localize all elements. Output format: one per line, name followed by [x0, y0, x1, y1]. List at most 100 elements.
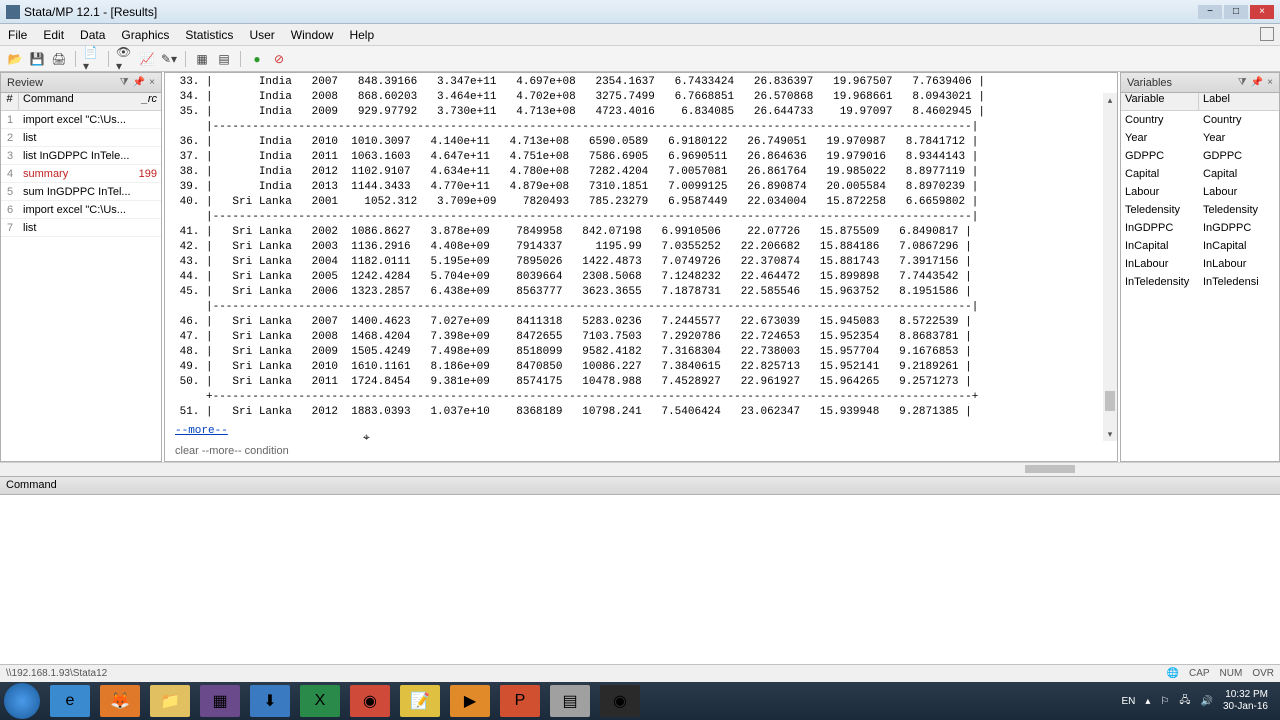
taskbar-notepad-icon[interactable]: ▤: [550, 685, 590, 717]
taskbar-chrome-icon[interactable]: ◉: [350, 685, 390, 717]
tray-clock[interactable]: 10:32 PM 30-Jan-16: [1223, 689, 1268, 713]
variable-item[interactable]: CountryCountry: [1121, 111, 1279, 129]
col-variable[interactable]: Variable: [1121, 93, 1199, 110]
review-item[interactable]: 4summary199: [1, 165, 161, 183]
panel-close-icon[interactable]: ×: [149, 77, 155, 88]
tray-volume-icon[interactable]: 🔊: [1201, 696, 1213, 707]
log-icon[interactable]: 📄▾: [83, 50, 101, 68]
more-status: clear --more-- condition: [175, 445, 289, 457]
tray-up-icon[interactable]: ▴: [1145, 696, 1150, 707]
hscroll-thumb[interactable]: [1025, 465, 1075, 473]
cursor-icon: ⌖: [363, 430, 370, 445]
review-item[interactable]: 7list: [1, 219, 161, 237]
scroll-up-icon[interactable]: ▴: [1103, 93, 1117, 107]
variable-item[interactable]: CapitalCapital: [1121, 165, 1279, 183]
results-panel: 33. | India 2007 848.39166 3.347e+11 4.6…: [164, 72, 1118, 462]
variable-item[interactable]: TeledensityTeledensity: [1121, 201, 1279, 219]
break-icon[interactable]: ⊘: [270, 50, 288, 68]
taskbar: e 🦊 📁 ▦ ⬇ X ◉ 📝 ▶ P ▤ ◉ EN ▴ ⚐ 🖧 🔊 10:32…: [0, 682, 1280, 720]
menu-data[interactable]: Data: [80, 28, 105, 42]
panel-close-icon[interactable]: ×: [1267, 77, 1273, 88]
start-button[interactable]: [4, 683, 40, 719]
scroll-down-icon[interactable]: ▾: [1103, 427, 1117, 441]
tray-action-icon[interactable]: ⚐: [1160, 696, 1169, 707]
review-item[interactable]: 6import excel "C:\Us...: [1, 201, 161, 219]
data-browser-icon[interactable]: ▤: [215, 50, 233, 68]
variable-item[interactable]: LabourLabour: [1121, 183, 1279, 201]
results-hscroll-region: [0, 462, 1280, 476]
taskbar-excel-icon[interactable]: X: [300, 685, 340, 717]
taskbar-ie-icon[interactable]: e: [50, 685, 90, 717]
review-columns: # Command _rc: [1, 93, 161, 111]
variable-item[interactable]: InLabourInLabour: [1121, 255, 1279, 273]
pin-icon[interactable]: 📌: [1251, 77, 1263, 88]
taskbar-media-icon[interactable]: ▶: [450, 685, 490, 717]
minimize-button[interactable]: −: [1198, 5, 1222, 19]
data-editor-icon[interactable]: ▦: [193, 50, 211, 68]
status-cap: CAP: [1189, 668, 1210, 679]
pin-icon[interactable]: 📌: [133, 77, 145, 88]
scrollbar-horizontal[interactable]: [980, 463, 1120, 475]
window-titlebar: Stata/MP 12.1 - [Results] − □ ×: [0, 0, 1280, 24]
more-link[interactable]: --more--: [175, 425, 228, 437]
review-item[interactable]: 1import excel "C:\Us...: [1, 111, 161, 129]
status-path: \\192.168.1.93\Stata12: [6, 668, 107, 679]
col-number[interactable]: #: [1, 93, 19, 110]
review-header: Review ⧩ 📌 ×: [1, 73, 161, 93]
system-tray[interactable]: EN ▴ ⚐ 🖧 🔊 10:32 PM 30-Jan-16: [1121, 689, 1276, 713]
taskbar-powerpoint-icon[interactable]: P: [500, 685, 540, 717]
print-icon[interactable]: 🖨: [50, 50, 68, 68]
open-icon[interactable]: 📂: [6, 50, 24, 68]
scroll-thumb[interactable]: [1105, 391, 1115, 411]
maximize-button[interactable]: □: [1224, 5, 1248, 19]
col-rc[interactable]: _rc: [137, 93, 161, 110]
tray-network-icon[interactable]: 🖧: [1179, 693, 1190, 710]
col-label[interactable]: Label: [1199, 93, 1279, 110]
menu-window[interactable]: Window: [291, 28, 334, 42]
variable-item[interactable]: InGDPPCInGDPPC: [1121, 219, 1279, 237]
review-item[interactable]: 5sum InGDPPC InTel...: [1, 183, 161, 201]
taskbar-app1-icon[interactable]: ▦: [200, 685, 240, 717]
results-output[interactable]: 33. | India 2007 848.39166 3.347e+11 4.6…: [165, 73, 1117, 461]
close-button[interactable]: ×: [1250, 5, 1274, 19]
command-input[interactable]: [0, 495, 1280, 676]
col-command[interactable]: Command: [19, 93, 137, 110]
graph-icon[interactable]: 📈: [138, 50, 156, 68]
window-title: Stata/MP 12.1 - [Results]: [24, 5, 157, 19]
variables-list: CountryCountryYearYearGDPPCGDPPCCapitalC…: [1121, 111, 1279, 291]
variable-item[interactable]: InTeledensityInTeledensi: [1121, 273, 1279, 291]
continue-icon[interactable]: ●: [248, 50, 266, 68]
viewer-icon[interactable]: 👁▾: [116, 50, 134, 68]
taskbar-firefox-icon[interactable]: 🦊: [100, 685, 140, 717]
filter-icon[interactable]: ⧩: [120, 77, 129, 88]
menu-user[interactable]: User: [249, 28, 274, 42]
status-ovr: OVR: [1252, 668, 1274, 679]
menu-help[interactable]: Help: [349, 28, 374, 42]
menu-graphics[interactable]: Graphics: [121, 28, 169, 42]
command-header: Command: [0, 477, 1280, 495]
separator: [240, 51, 241, 67]
scrollbar-vertical[interactable]: ▴ ▾: [1103, 93, 1117, 441]
taskbar-camera-icon[interactable]: ◉: [600, 685, 640, 717]
review-panel: Review ⧩ 📌 × # Command _rc 1import excel…: [0, 72, 162, 462]
taskbar-notes-icon[interactable]: 📝: [400, 685, 440, 717]
menu-edit[interactable]: Edit: [43, 28, 64, 42]
taskbar-download-icon[interactable]: ⬇: [250, 685, 290, 717]
do-editor-icon[interactable]: ✎▾: [160, 50, 178, 68]
save-icon[interactable]: 💾: [28, 50, 46, 68]
filter-icon[interactable]: ⧩: [1238, 77, 1247, 88]
variable-item[interactable]: YearYear: [1121, 129, 1279, 147]
review-list: 1import excel "C:\Us...2list3list InGDPP…: [1, 111, 161, 237]
mdi-restore-button[interactable]: [1260, 27, 1274, 41]
menu-file[interactable]: File: [8, 28, 27, 42]
variable-item[interactable]: GDPPCGDPPC: [1121, 147, 1279, 165]
menu-statistics[interactable]: Statistics: [185, 28, 233, 42]
variables-header: Variables ⧩ 📌 ×: [1121, 73, 1279, 93]
main-area: Review ⧩ 📌 × # Command _rc 1import excel…: [0, 72, 1280, 462]
review-item[interactable]: 3list InGDPPC InTele...: [1, 147, 161, 165]
taskbar-explorer-icon[interactable]: 📁: [150, 685, 190, 717]
variable-item[interactable]: InCapitalInCapital: [1121, 237, 1279, 255]
tray-lang[interactable]: EN: [1121, 696, 1135, 707]
variables-panel: Variables ⧩ 📌 × Variable Label CountryCo…: [1120, 72, 1280, 462]
review-item[interactable]: 2list: [1, 129, 161, 147]
